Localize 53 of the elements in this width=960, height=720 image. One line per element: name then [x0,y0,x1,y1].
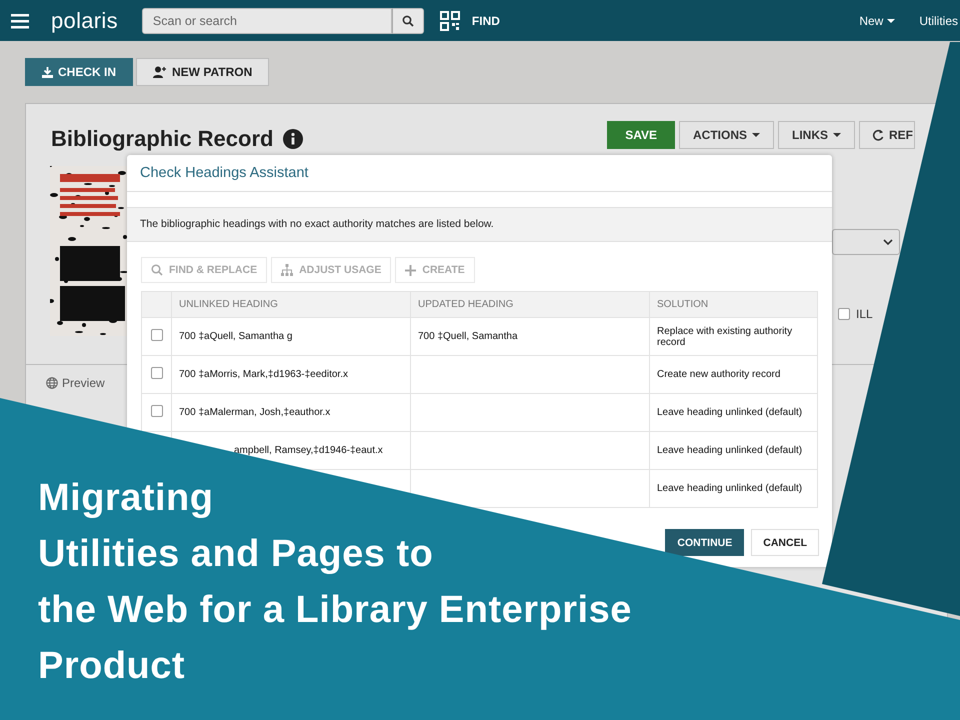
app-logo: polaris [51,8,118,34]
search-field[interactable]: Scan or search [142,8,392,34]
column-header: SOLUTION [650,292,818,318]
menu-icon[interactable] [11,12,29,28]
banner-title: Migrating Utilities and Pages to the Web for a Library Enterprise Product [38,476,632,689]
column-header: UNLINKED HEADING [172,292,410,318]
table-cell: Leave heading unlinked (default) [657,445,802,456]
refresh-icon [872,129,884,141]
search-button[interactable] [392,8,424,34]
refresh-button[interactable]: REF [859,121,915,149]
table-cell: Create new authority record [657,369,780,380]
globe-icon [46,377,58,389]
plus-icon [405,264,416,276]
qr-code-icon[interactable] [440,10,460,30]
table-cell: 700 ‡aQuell, Samantha g [179,331,292,342]
add-user-icon [153,66,168,78]
checkbox[interactable] [150,405,162,417]
checkbox[interactable] [150,329,162,341]
nav-menu[interactable]: Utilities [919,14,960,28]
table-cell: 700 ‡aMalerman, Josh,‡eauthor.x [179,407,330,418]
column-header: UPDATED HEADING [410,292,650,318]
dropdown-button[interactable]: LINKS [778,121,855,149]
dropdown-field[interactable] [832,229,900,255]
table-cell: 700 ‡Quell, Samantha [418,331,518,342]
table-cell: Leave heading unlinked (default) [657,483,802,494]
table-cell: Leave heading unlinked (default) [657,407,802,418]
download-icon [42,66,53,78]
dropdown-button[interactable]: ACTIONS [679,121,774,149]
continue-button[interactable]: CONTINUE [665,529,744,556]
checkbox-label: ILL [856,307,873,321]
search-icon [151,264,163,276]
page-title: Bibliographic Record [51,126,274,152]
new-patron-button[interactable]: NEW PATRON [136,58,270,86]
caret-icon [833,133,841,137]
dialog-description: The bibliographic headings with no exact authority matches are listed below. [127,207,832,242]
check-in-button[interactable]: CHECK IN [25,58,134,86]
table-cell: 700 ‡aMorris, Mark,‡d1963-‡eeditor.x [179,369,348,380]
nav-menu[interactable]: New [859,14,896,28]
checkbox[interactable] [838,308,850,320]
cancel-button[interactable]: CANCEL [751,529,819,556]
search-icon [402,14,414,26]
hierarchy-icon [281,264,294,276]
chevron-down-icon [883,238,893,246]
table-cell: Replace with existing authority record [657,326,792,348]
checkbox[interactable] [150,367,162,379]
caret-icon [887,18,896,22]
info-icon[interactable] [283,129,304,149]
find-button[interactable]: FIND [472,14,500,28]
preview-tab[interactable]: Preview [46,376,105,390]
caret-icon [752,133,760,137]
dialog-title: Check Headings Assistant [140,165,308,181]
save-button[interactable]: SAVE [607,121,675,149]
table-cell: ampbell, Ramsey,‡d1946-‡eaut.x [234,445,383,456]
